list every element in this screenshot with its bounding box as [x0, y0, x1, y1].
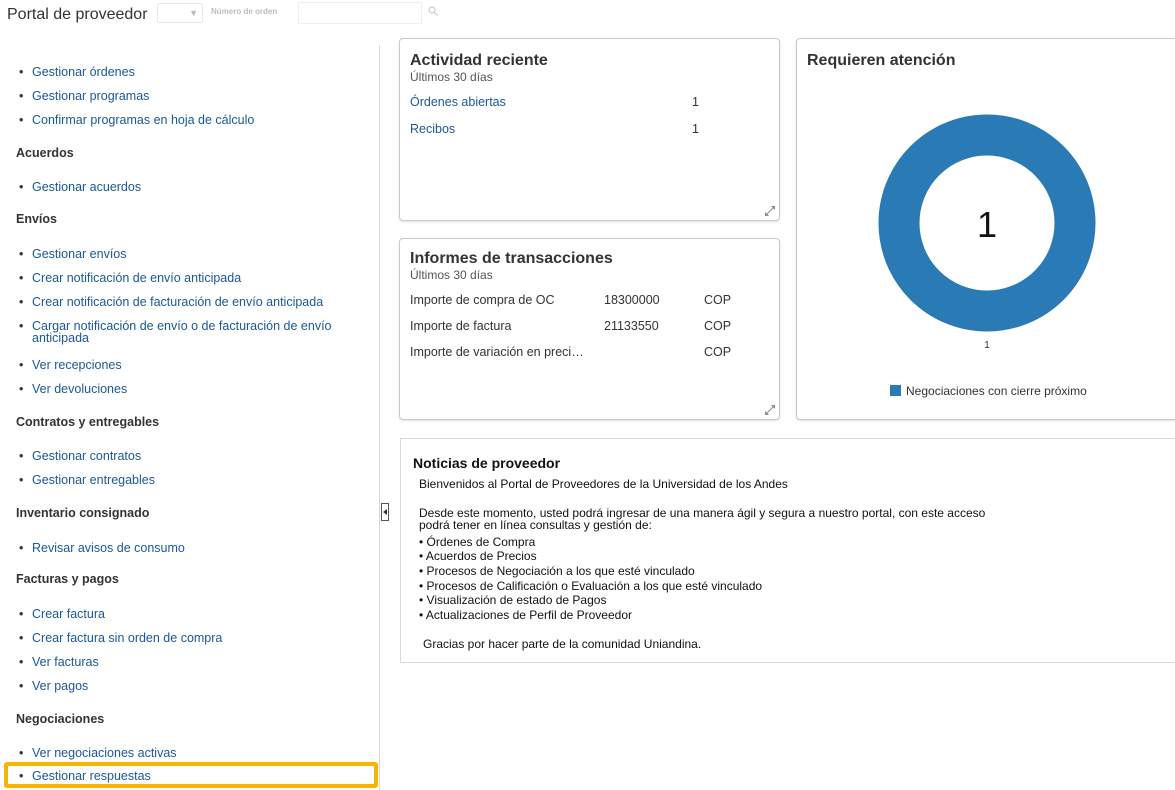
search-icon[interactable]	[428, 6, 438, 16]
nav-crear-notificacion-envio[interactable]: Crear notificación de envío anticipada	[19, 271, 241, 285]
section-negociaciones: Negociaciones	[16, 712, 105, 726]
news-line: podrá tener en línea consultas y gestión…	[419, 518, 652, 532]
slice-value-label: 1	[984, 340, 990, 351]
informes-title: Informes de transacciones	[410, 250, 613, 267]
task-panel: Gestionar órdenes Gestionar programas Co…	[0, 45, 380, 790]
news-line: • Actualizaciones de Perfil de Proveedor	[419, 608, 632, 622]
nav-ver-recepciones[interactable]: Ver recepciones	[19, 358, 122, 372]
portal-title: Portal de proveedor	[7, 6, 148, 23]
nav-ver-negociaciones[interactable]: Ver negociaciones activas	[19, 746, 176, 760]
importe-factura-value: 21133550	[604, 319, 659, 333]
informes-transacciones-card: Informes de transacciones Últimos 30 día…	[399, 238, 780, 420]
news-line: • Órdenes de Compra	[419, 535, 536, 549]
search-type-select[interactable]: ▼	[157, 3, 203, 23]
nav-ver-pagos[interactable]: Ver pagos	[19, 679, 88, 693]
news-line: Gracias por hacer parte de la comunidad …	[423, 637, 702, 651]
legend-swatch	[890, 385, 901, 396]
nav-crear-factura[interactable]: Crear factura	[19, 607, 105, 621]
noticias-proveedor-panel: Noticias de proveedor Bienvenidos al Por…	[400, 438, 1175, 663]
expand-icon[interactable]	[764, 404, 776, 416]
link-ordenes-abiertas[interactable]: Órdenes abiertas	[410, 95, 506, 109]
news-line: • Acuerdos de Precios	[419, 549, 537, 563]
section-envios: Envíos	[16, 212, 57, 226]
section-contratos: Contratos y entregables	[16, 415, 160, 429]
importe-variacion-currency: COP	[704, 345, 732, 359]
nav-gestionar-entregables[interactable]: Gestionar entregables	[19, 473, 155, 487]
legend-label: Negociaciones con cierre próximo	[906, 384, 1087, 398]
news-line: • Procesos de Calificación o Evaluación …	[419, 579, 763, 593]
nav-gestionar-acuerdos[interactable]: Gestionar acuerdos	[19, 180, 141, 194]
section-facturas: Facturas y pagos	[16, 572, 119, 586]
actividad-title: Actividad reciente	[410, 52, 548, 69]
nav-gestionar-envios[interactable]: Gestionar envíos	[19, 247, 126, 261]
nav-confirmar-programas[interactable]: Confirmar programas en hoja de cálculo	[19, 113, 254, 127]
highlight-gestionar-respuestas	[4, 762, 378, 788]
search-input[interactable]	[298, 2, 422, 24]
nav-ver-facturas[interactable]: Ver facturas	[19, 655, 99, 669]
importe-factura-label: Importe de factura	[410, 319, 512, 333]
news-title: Noticias de proveedor	[413, 455, 561, 471]
nav-gestionar-contratos[interactable]: Gestionar contratos	[19, 449, 141, 463]
importe-compra-label: Importe de compra de OC	[410, 293, 555, 307]
informes-subtitle: Últimos 30 días	[410, 268, 493, 282]
header-bar: Portal de proveedor ▼ Número de orden	[0, 0, 1175, 34]
atencion-title: Requieren atención	[807, 52, 956, 69]
nav-ver-devoluciones[interactable]: Ver devoluciones	[19, 382, 127, 396]
donut-center-value: 1	[977, 204, 997, 245]
actividad-subtitle: Últimos 30 días	[410, 70, 493, 84]
search-label: Número de orden	[211, 7, 278, 16]
recibos-count: 1	[692, 122, 699, 136]
news-line: Bienvenidos al Portal de Proveedores de …	[419, 477, 788, 491]
nav-revisar-avisos[interactable]: Revisar avisos de consumo	[19, 541, 185, 555]
link-recibos[interactable]: Recibos	[410, 122, 455, 136]
importe-variacion-label: Importe de variación en preci…	[410, 345, 584, 359]
atencion-donut-chart: 1 1	[878, 114, 1096, 351]
expand-icon[interactable]	[764, 205, 776, 217]
section-acuerdos: Acuerdos	[16, 146, 74, 160]
nav-cargar-notificacion[interactable]: Cargar notificación de envío o de factur…	[19, 320, 362, 345]
section-inventario: Inventario consignado	[16, 506, 150, 520]
news-line: • Procesos de Negociación a los que esté…	[419, 564, 695, 578]
requieren-atencion-card: Requieren atención 1 1 Negociaciones con…	[796, 38, 1175, 420]
nav-crear-factura-sin-orden[interactable]: Crear factura sin orden de compra	[19, 631, 222, 645]
importe-factura-currency: COP	[704, 319, 732, 333]
importe-compra-value: 18300000	[604, 293, 660, 307]
actividad-reciente-card: Actividad reciente Últimos 30 días Órden…	[399, 38, 780, 221]
nav-crear-notificacion-facturacion[interactable]: Crear notificación de facturación de env…	[19, 295, 323, 309]
nav-gestionar-programas[interactable]: Gestionar programas	[19, 89, 149, 103]
chevron-down-icon: ▼	[189, 8, 198, 18]
nav-gestionar-ordenes[interactable]: Gestionar órdenes	[19, 65, 135, 79]
collapse-panel-handle[interactable]	[381, 503, 389, 521]
importe-compra-currency: COP	[704, 293, 732, 307]
ordenes-abiertas-count: 1	[692, 95, 699, 109]
news-line: • Visualización de estado de Pagos	[419, 593, 607, 607]
